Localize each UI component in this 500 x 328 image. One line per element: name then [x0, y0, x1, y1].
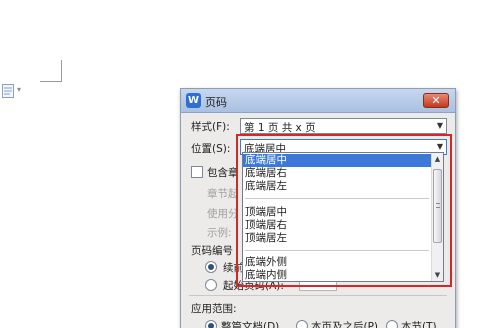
- continue-radio[interactable]: [205, 261, 217, 273]
- scroll-up-icon[interactable]: ▲: [432, 153, 443, 165]
- dialog-title: 页码: [205, 96, 227, 109]
- group-divider: [189, 295, 447, 296]
- apply-whole-doc-radio[interactable]: [205, 320, 217, 328]
- paste-options-icon[interactable]: [2, 84, 14, 98]
- numbering-group-label: 页码编号: [191, 245, 233, 257]
- include-chapter-label: 包含章: [207, 167, 239, 179]
- chevron-down-icon: ▼: [436, 121, 443, 130]
- chevron-down-icon: ▼: [436, 142, 443, 151]
- use-separator-label: 使用分: [207, 208, 239, 220]
- list-item[interactable]: 底端居中: [243, 154, 431, 167]
- example-label: 示例:: [207, 227, 232, 239]
- scrollbar-thumb[interactable]: [433, 169, 442, 243]
- close-button[interactable]: ✕: [423, 93, 449, 108]
- dialog-titlebar[interactable]: W 页码 ✕: [181, 89, 455, 113]
- list-separator: [245, 198, 429, 199]
- start-at-radio[interactable]: [205, 279, 217, 291]
- apply-this-and-after-label: 本页及之后(P): [311, 321, 379, 328]
- list-separator: [245, 250, 429, 251]
- style-label: 样式(F):: [191, 121, 230, 133]
- scroll-down-icon[interactable]: ▼: [432, 269, 443, 281]
- chapter-start-label: 章节起: [207, 188, 239, 200]
- list-item[interactable]: 底端居右: [243, 167, 431, 180]
- apply-whole-doc-label: 整篇文档(D): [221, 321, 280, 328]
- list-item[interactable]: 顶端居右: [243, 219, 431, 232]
- list-item[interactable]: 底端居左: [243, 180, 431, 193]
- position-dropdown-list[interactable]: 底端居中 底端居右 底端居左 顶端居中 顶端居右 顶端居左 底端外侧 底端内侧 …: [242, 152, 444, 282]
- style-select-value: 第 1 页 共 x 页: [244, 122, 316, 134]
- page-margin-corner: [40, 60, 62, 82]
- style-select[interactable]: 第 1 页 共 x 页 ▼: [240, 118, 447, 134]
- position-label: 位置(S):: [191, 143, 231, 155]
- apply-range-label: 应用范围:: [191, 303, 237, 315]
- wps-app-icon: W: [186, 93, 201, 108]
- list-item[interactable]: 顶端居中: [243, 206, 431, 219]
- apply-this-section-label: 本节(T): [401, 321, 437, 328]
- apply-this-section-radio[interactable]: [386, 320, 398, 328]
- apply-this-and-after-radio[interactable]: [296, 320, 308, 328]
- list-item[interactable]: 底端外侧: [243, 256, 431, 269]
- list-item[interactable]: 顶端居左: [243, 232, 431, 245]
- continue-label: 续前: [223, 262, 244, 274]
- list-item[interactable]: 底端内侧: [243, 269, 431, 281]
- include-chapter-checkbox[interactable]: [191, 166, 203, 178]
- paste-options-caret-icon[interactable]: ▾: [17, 85, 21, 94]
- dropdown-scrollbar[interactable]: ▲ ▼: [431, 153, 443, 281]
- scrollbar-grip-icon: [436, 203, 440, 208]
